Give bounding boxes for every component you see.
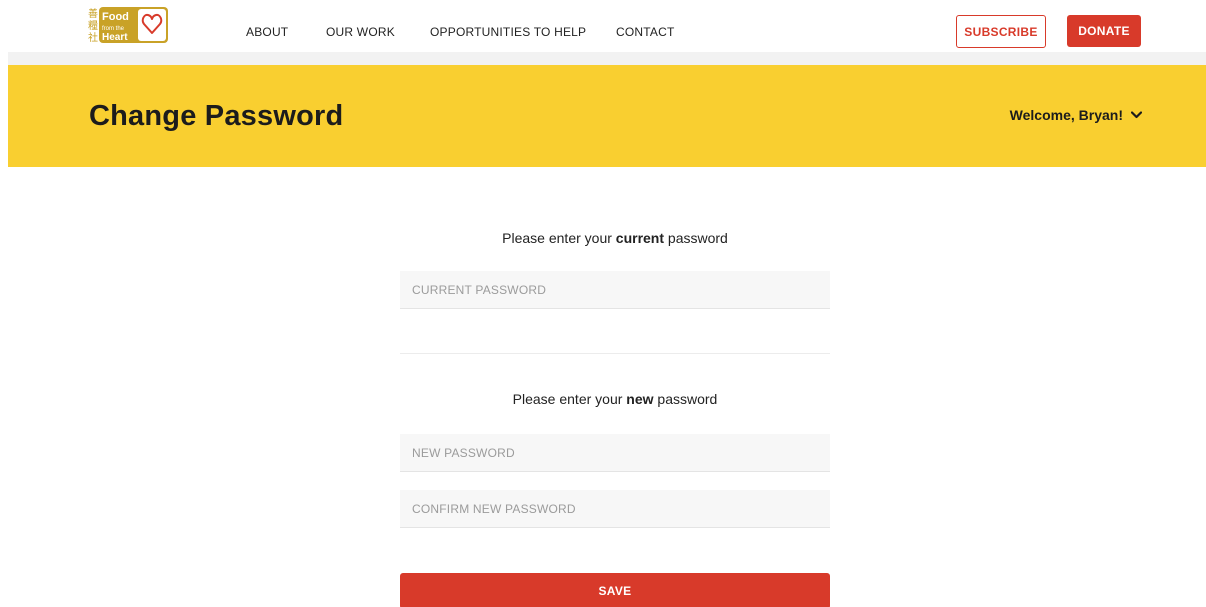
logo-chinese-char-2: 糧 xyxy=(88,19,98,32)
section-divider xyxy=(400,353,830,354)
prompt-emphasis: current xyxy=(615,230,665,246)
prompt-text: Please enter your xyxy=(502,230,616,246)
page-title: Change Password xyxy=(89,100,344,132)
nav-contact[interactable]: CONTACT xyxy=(616,25,675,39)
welcome-text: Welcome, Bryan! xyxy=(1009,107,1123,123)
logo-chinese-char-1: 善 xyxy=(88,7,98,20)
food-from-the-heart-logo[interactable]: 善 糧 社 Food from the Heart xyxy=(88,6,170,44)
confirm-password-field-wrap xyxy=(400,490,830,528)
nav-about[interactable]: ABOUT xyxy=(246,25,288,39)
nav-our-work[interactable]: OUR WORK xyxy=(326,25,395,39)
chevron-down-icon xyxy=(1131,111,1142,119)
subscribe-button[interactable]: SUBSCRIBE xyxy=(956,15,1046,48)
nav-opportunities-to-help[interactable]: OPPORTUNITIES TO HELP xyxy=(430,25,586,39)
logo-heart-text: Heart xyxy=(102,32,128,43)
prompt-emphasis: new xyxy=(626,391,654,407)
nav-divider-strip xyxy=(8,52,1206,65)
prompt-text: password xyxy=(653,391,718,407)
confirm-new-password-input[interactable] xyxy=(400,490,830,527)
top-navigation: 善 糧 社 Food from the Heart ABOUT OUR WORK… xyxy=(0,0,1206,52)
new-password-field-wrap xyxy=(400,434,830,472)
donate-button[interactable]: DONATE xyxy=(1067,15,1141,47)
new-password-input[interactable] xyxy=(400,434,830,471)
current-password-prompt: Please enter your current password xyxy=(400,230,830,246)
user-menu[interactable]: Welcome, Bryan! xyxy=(1010,107,1142,123)
prompt-text: password xyxy=(664,230,728,246)
logo-chinese-char-3: 社 xyxy=(88,31,98,44)
current-password-input[interactable] xyxy=(400,271,830,308)
prompt-text: Please enter your xyxy=(512,391,627,407)
logo-food-text: Food xyxy=(102,11,129,23)
save-button[interactable]: SAVE xyxy=(400,573,830,607)
new-password-prompt: Please enter your new password xyxy=(400,391,830,407)
page-banner: Change Password Welcome, Bryan! xyxy=(8,65,1206,167)
current-password-field-wrap xyxy=(400,271,830,309)
